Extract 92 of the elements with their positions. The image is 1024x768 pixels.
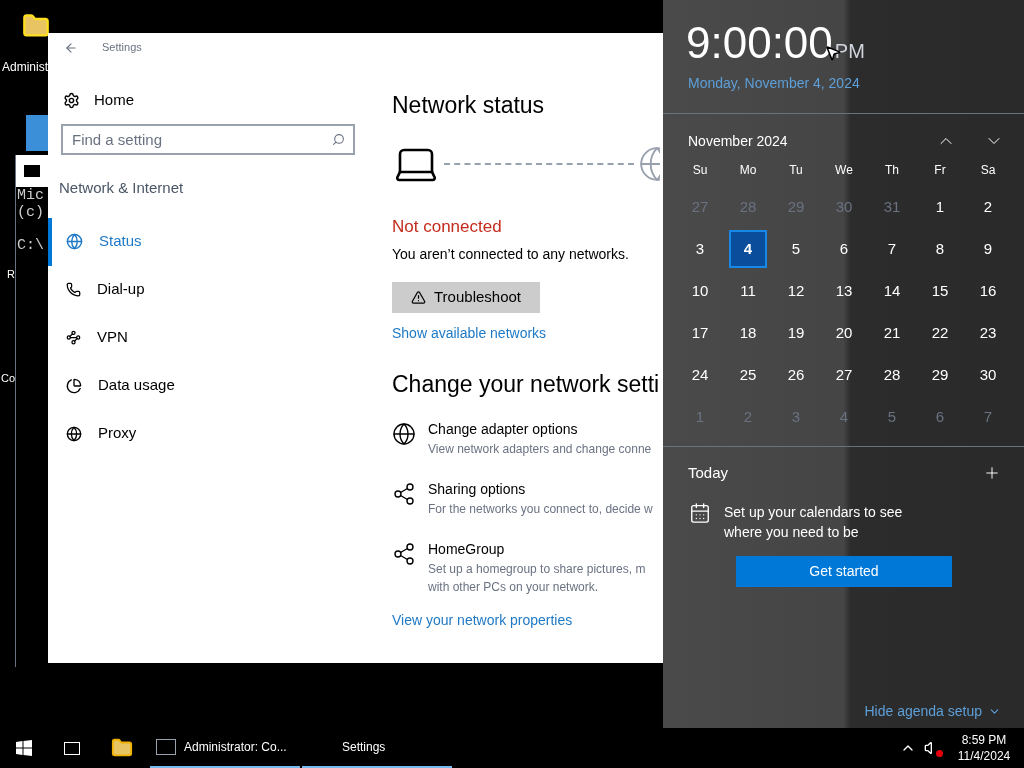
home-item[interactable]: Home [48, 85, 370, 115]
taskbar-app[interactable]: Administrator: Co... [150, 728, 300, 768]
calendar-day[interactable]: 20 [825, 314, 863, 352]
sharing-icon [392, 481, 416, 506]
weekday-label: Fr [933, 162, 947, 179]
option-title[interactable]: Change adapter options [428, 418, 660, 440]
phone-icon [66, 282, 81, 297]
globe-icon [66, 233, 83, 250]
vpn-icon [66, 330, 81, 345]
weekday-label: Th [884, 162, 900, 179]
desktop-icon-label: R [7, 267, 15, 282]
weekday-label: Mo [738, 162, 758, 179]
calendar-day[interactable]: 26 [777, 356, 815, 394]
agenda-title: Today [688, 463, 730, 483]
calendar-day[interactable]: 1 [921, 188, 959, 226]
settings-icon [63, 91, 80, 109]
calendar-day[interactable]: 16 [969, 272, 1007, 310]
warning-icon [411, 290, 426, 305]
back-icon[interactable] [64, 40, 78, 55]
option-description: For the networks you connect to, decide w [428, 500, 654, 518]
calendar-day[interactable]: 2 [969, 188, 1007, 226]
connection-status: Not connected [392, 215, 503, 238]
properties-link[interactable]: View your network properties [392, 609, 663, 631]
window-title: Settings [102, 40, 142, 56]
console-text: C:\ [17, 237, 45, 254]
globe-icon [66, 425, 82, 442]
calendar-day[interactable]: 27 [825, 356, 863, 394]
nav-item[interactable]: Status [48, 217, 370, 266]
month-title: November 2024 [688, 131, 789, 151]
calendar-day[interactable]: 21 [873, 314, 911, 352]
calendar-icon [689, 501, 711, 524]
calendar-day[interactable]: 3 [681, 230, 719, 268]
weekday-label: Tu [788, 162, 804, 179]
taskbar-date[interactable]: 11/4/2024 [957, 748, 1011, 764]
calendar-day[interactable]: 8 [921, 230, 959, 268]
get-started-button[interactable]: Get started [736, 555, 952, 587]
taskbar-time[interactable]: 8:59 PM [961, 732, 1007, 748]
calendar-day[interactable]: 23 [969, 314, 1007, 352]
calendar-day[interactable]: 4 [729, 230, 767, 268]
file-explorer-icon[interactable] [111, 737, 133, 759]
calendar-day[interactable]: 7 [873, 230, 911, 268]
nav-item[interactable]: Proxy [48, 409, 370, 458]
hide-agenda-link[interactable]: Hide agenda setup [864, 701, 982, 722]
agenda-message: Set up your calendars to see where you need to be [724, 502, 904, 542]
calendar-day[interactable]: 12 [777, 272, 815, 310]
option-description: Set up a homegroup to share pictures, m with other PCs on your network. [428, 560, 647, 596]
calendar-day[interactable]: 17 [681, 314, 719, 352]
calendar-day[interactable]: 18 [729, 314, 767, 352]
calendar-day[interactable]: 22 [921, 314, 959, 352]
calendar-day[interactable]: 28 [873, 356, 911, 394]
calendar-day[interactable]: 24 [681, 356, 719, 394]
desktop-icon-label: Administ [2, 59, 48, 76]
section-title: Network & Internet [59, 178, 185, 198]
calendar-day[interactable]: 5 [777, 230, 815, 268]
windows-icon [16, 740, 32, 756]
calendar-day[interactable]: 19 [777, 314, 815, 352]
weekday-label: We [834, 162, 854, 179]
option-title[interactable]: Sharing options [428, 478, 660, 500]
calendar-day[interactable]: 13 [825, 272, 863, 310]
nav-item[interactable]: Dial-up [48, 265, 370, 314]
nav-item[interactable]: Data usage [48, 361, 370, 410]
calendar-day[interactable]: 15 [921, 272, 959, 310]
page-heading: Network status [392, 91, 546, 120]
calendar-day[interactable]: 14 [873, 272, 911, 310]
muted-speaker-icon[interactable] [924, 740, 940, 756]
search-icon [332, 133, 345, 146]
section-heading: Change your network setti [392, 370, 661, 399]
calendar-day[interactable]: 6 [825, 230, 863, 268]
search-field[interactable]: Find a setting [61, 124, 355, 155]
globe-icon [392, 421, 416, 446]
weekday-label: Sa [979, 162, 997, 179]
calendar-day[interactable]: 9 [969, 230, 1007, 268]
weekday-label: Su [691, 162, 709, 179]
console-icon [24, 165, 40, 177]
calendar-day[interactable]: 10 [681, 272, 719, 310]
clock-time: 9:00:00 [686, 18, 833, 68]
troubleshoot-button[interactable]: Troubleshoot [392, 282, 540, 313]
calendar-day[interactable]: 11 [729, 272, 767, 310]
desktop-icon-label: Co [1, 371, 16, 386]
option-description: View network adapters and change conne [428, 440, 653, 458]
nav-item[interactable]: VPN [48, 313, 370, 362]
calendar-day[interactable]: 25 [729, 356, 767, 394]
pie-chart-icon [66, 377, 82, 394]
status-message: You aren’t connected to any networks. [392, 245, 630, 264]
console-icon [156, 739, 176, 755]
show-networks-link[interactable]: Show available networks [392, 323, 663, 344]
calendar-day[interactable]: 29 [921, 356, 959, 394]
console-text: (c) [17, 204, 45, 221]
option-title[interactable]: HomeGroup [428, 538, 660, 560]
calendar-day[interactable]: 30 [969, 356, 1007, 394]
homegroup-icon [392, 541, 416, 566]
taskbar-app[interactable]: Settings [302, 728, 452, 768]
